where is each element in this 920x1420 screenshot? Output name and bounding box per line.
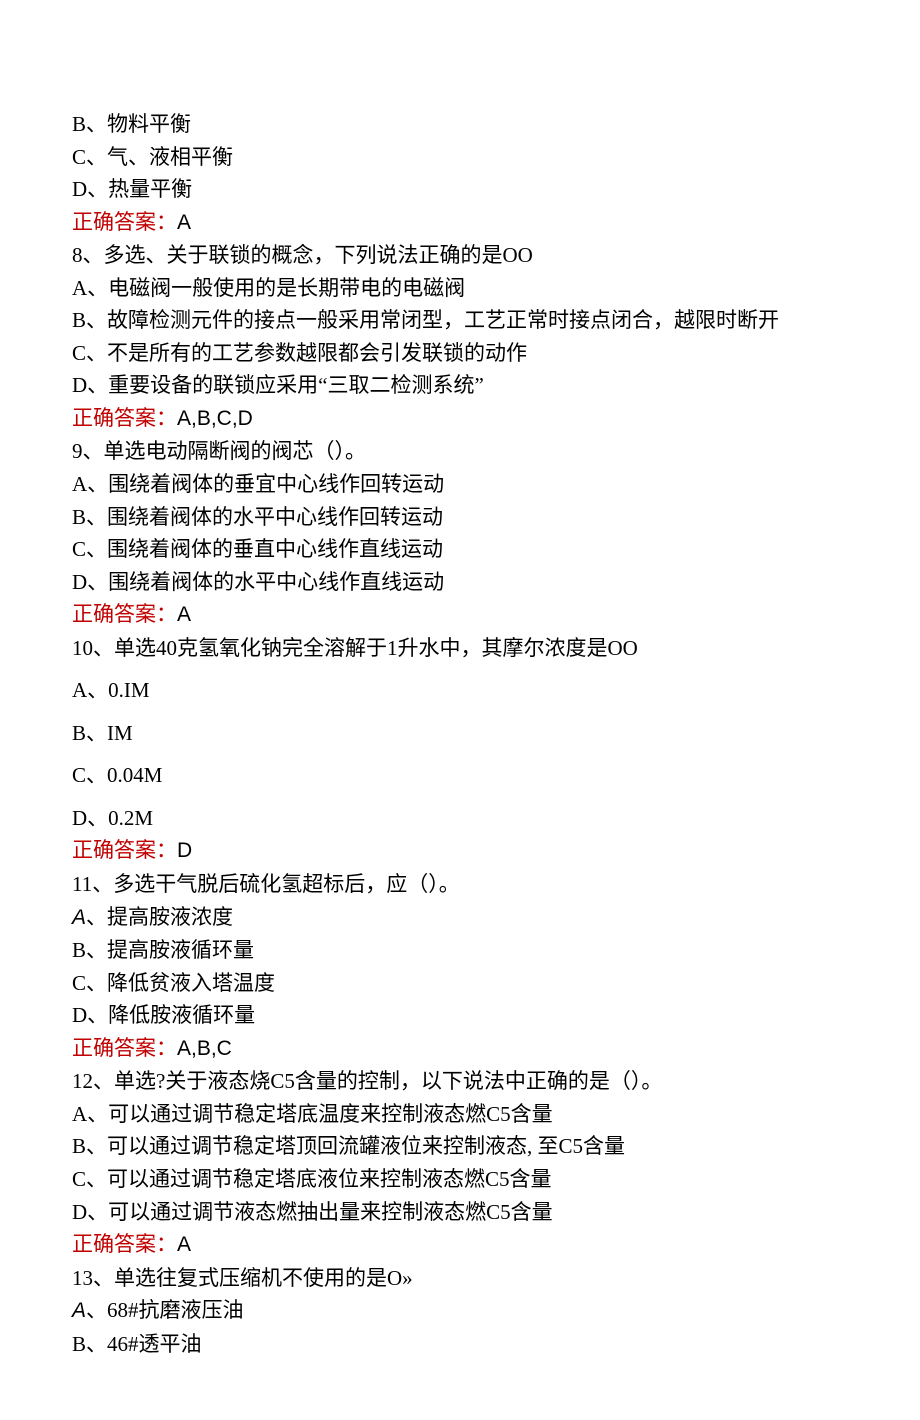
spacing <box>72 664 848 674</box>
answer-value: A,B,C,D <box>177 407 253 430</box>
option-text: 、提高胺液浓度 <box>86 905 233 929</box>
answer-value: A <box>177 1233 191 1256</box>
answer-label: 正确答案： <box>72 1036 177 1060</box>
text-line: C、0.04M <box>72 759 848 792</box>
answer-line: 正确答案：A <box>72 598 848 632</box>
text-line: 10、单选40克氢氧化钠完全溶解于1升水中，其摩尔浓度是OO <box>72 632 848 665</box>
text-line: C、围绕着阀体的垂直中心线作直线运动 <box>72 533 848 566</box>
answer-value: A <box>177 211 191 234</box>
text-line: D、可以通过调节液态燃抽出量来控制液态燃C5含量 <box>72 1196 848 1229</box>
text-line: 8、多选、关于联锁的概念，下列说法正确的是OO <box>72 239 848 272</box>
answer-line: 正确答案：D <box>72 834 848 868</box>
spacing <box>72 707 848 717</box>
spacing <box>72 792 848 802</box>
option-text: 、68#抗磨液压油 <box>86 1298 244 1322</box>
answer-value: A,B,C <box>177 1037 232 1060</box>
text-line: A、围绕着阀体的垂宜中心线作回转运动 <box>72 468 848 501</box>
text-line: C、不是所有的工艺参数越限都会引发联锁的动作 <box>72 337 848 370</box>
answer-value: A <box>177 603 191 626</box>
answer-label: 正确答案： <box>72 602 177 626</box>
text-line: B、物料平衡 <box>72 108 848 141</box>
answer-value: D <box>177 839 192 862</box>
option-line: A、提高胺液浓度 <box>72 901 848 935</box>
text-line: C、降低贫液入塔温度 <box>72 967 848 1000</box>
text-line: C、气、液相平衡 <box>72 141 848 174</box>
answer-line: 正确答案：A,B,C <box>72 1032 848 1066</box>
text-line: D、降低胺液循环量 <box>72 999 848 1032</box>
option-letter: A <box>72 906 86 929</box>
text-line: B、围绕着阀体的水平中心线作回转运动 <box>72 501 848 534</box>
answer-label: 正确答案： <box>72 210 177 234</box>
answer-line: 正确答案：A <box>72 206 848 240</box>
answer-line: 正确答案：A <box>72 1228 848 1262</box>
answer-line: 正确答案：A,B,C,D <box>72 402 848 436</box>
option-letter: A <box>72 1299 86 1322</box>
text-line: D、重要设备的联锁应采用“三取二检测系统” <box>72 369 848 402</box>
text-line: C、可以通过调节稳定塔底液位来控制液态燃C5含量 <box>72 1163 848 1196</box>
text-line: D、0.2M <box>72 802 848 835</box>
text-line: 12、单选?关于液态烧C5含量的控制，以下说法中正确的是（）。 <box>72 1065 848 1098</box>
option-line: A、68#抗磨液压油 <box>72 1294 848 1328</box>
answer-label: 正确答案： <box>72 838 177 862</box>
text-line: B、46#透平油 <box>72 1328 848 1361</box>
text-line: D、热量平衡 <box>72 173 848 206</box>
text-line: D、围绕着阀体的水平中心线作直线运动 <box>72 566 848 599</box>
spacing <box>72 749 848 759</box>
text-line: B、IM <box>72 717 848 750</box>
document-page: B、物料平衡C、气、液相平衡D、热量平衡正确答案：A8、多选、关于联锁的概念，下… <box>0 0 920 1420</box>
text-line: B、提高胺液循环量 <box>72 934 848 967</box>
text-line: A、可以通过调节稳定塔底温度来控制液态燃C5含量 <box>72 1098 848 1131</box>
text-line: B、故障检测元件的接点一般采用常闭型，工艺正常时接点闭合，越限时断开 <box>72 304 848 337</box>
answer-label: 正确答案： <box>72 1232 177 1256</box>
text-line: A、电磁阀一般使用的是长期带电的电磁阀 <box>72 272 848 305</box>
text-line: 13、单选往复式压缩机不使用的是O» <box>72 1262 848 1295</box>
text-line: A、0.IM <box>72 674 848 707</box>
text-line: B、可以通过调节稳定塔顶回流罐液位来控制液态, 至C5含量 <box>72 1130 848 1163</box>
text-line: 11、多选干气脱后硫化氢超标后，应（）。 <box>72 868 848 901</box>
text-line: 9、单选电动隔断阀的阀芯（）。 <box>72 435 848 468</box>
answer-label: 正确答案： <box>72 406 177 430</box>
